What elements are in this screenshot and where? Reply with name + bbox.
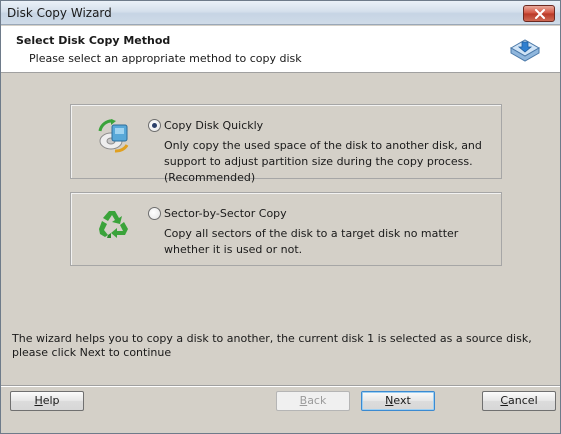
page-title: Select Disk Copy Method xyxy=(16,34,171,47)
wizard-header: Select Disk Copy Method Please select an… xyxy=(1,26,560,73)
page-subtitle: Please select an appropriate method to c… xyxy=(29,52,302,65)
title-bar[interactable]: Disk Copy Wizard xyxy=(1,1,560,25)
cancel-button[interactable]: Cancel xyxy=(482,391,556,411)
window-title: Disk Copy Wizard xyxy=(7,6,112,20)
close-icon xyxy=(535,9,545,19)
option-copy-disk-quickly[interactable]: Copy Disk Quickly Only copy the used spa… xyxy=(70,104,502,184)
help-button-accelerator: H xyxy=(34,394,43,407)
wizard-content: Copy Disk Quickly Only copy the used spa… xyxy=(1,74,560,384)
sector-by-sector-copy-label[interactable]: Sector-by-Sector Copy xyxy=(164,207,287,220)
copy-disk-quickly-label[interactable]: Copy Disk Quickly xyxy=(164,119,263,132)
disk-copy-icon xyxy=(98,119,129,153)
disk-copy-header-icon xyxy=(509,39,541,62)
back-button-label: ack xyxy=(307,394,327,407)
sector-by-sector-copy-description: Copy all sectors of the disk to a target… xyxy=(164,227,459,256)
sector-by-sector-copy-radio[interactable] xyxy=(148,207,161,220)
back-button[interactable]: Back xyxy=(276,391,350,411)
close-button[interactable] xyxy=(523,5,555,22)
help-button[interactable]: Help xyxy=(10,391,84,411)
option-sector-by-sector-copy[interactable]: Sector-by-Sector Copy Copy all sectors o… xyxy=(70,192,502,266)
next-button-label: ext xyxy=(393,394,411,407)
wizard-info-text: The wizard helps you to copy a disk to a… xyxy=(12,332,532,359)
next-button[interactable]: Next xyxy=(361,391,435,411)
footer-divider xyxy=(1,385,560,387)
help-button-label: elp xyxy=(42,394,60,407)
disk-copy-wizard-window: Disk Copy Wizard Select Disk Copy Method… xyxy=(0,0,561,434)
copy-disk-quickly-radio[interactable] xyxy=(148,119,161,132)
cancel-button-label: ancel xyxy=(508,394,538,407)
copy-disk-quickly-description: Only copy the used space of the disk to … xyxy=(164,139,482,184)
recycle-icon xyxy=(99,211,128,238)
cancel-button-accelerator: C xyxy=(500,394,509,407)
